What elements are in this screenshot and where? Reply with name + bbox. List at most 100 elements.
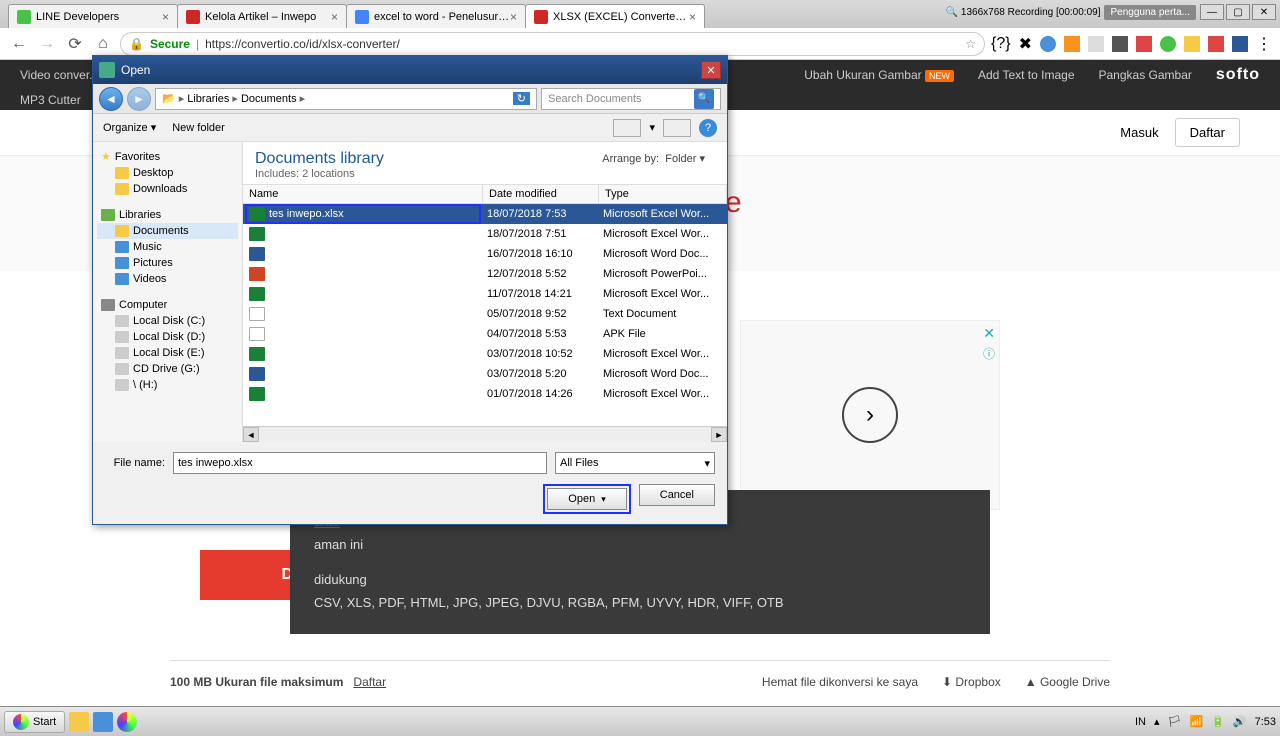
home-button[interactable]: ⌂ — [92, 33, 114, 55]
sidebar-computer[interactable]: Computer — [97, 297, 238, 313]
file-row[interactable]: 11/07/2018 14:21Microsoft Excel Wor... — [243, 284, 727, 304]
clock[interactable]: 7:53 — [1255, 716, 1276, 728]
breadcrumb[interactable]: 📂▸ Libraries▸ Documents▸ ↻ — [155, 88, 537, 110]
taskbar-icon[interactable] — [69, 712, 89, 732]
arrange-by[interactable]: Arrange by: Folder ▾ — [602, 152, 705, 165]
file-open-dialog: Open ✕ ◄ ► 📂▸ Libraries▸ Documents▸ ↻ Se… — [92, 55, 728, 525]
sidebar-libraries[interactable]: Libraries — [97, 207, 238, 223]
nav-forward-button[interactable]: ► — [127, 87, 151, 111]
filter-select[interactable]: All Files▾ — [555, 452, 715, 474]
taskbar-icon[interactable] — [93, 712, 113, 732]
nav-link[interactable]: Video conver... — [20, 68, 99, 82]
ext-icon[interactable]: ✖ — [1019, 34, 1032, 54]
close-icon[interactable]: × — [162, 10, 169, 24]
organize-button[interactable]: Organize ▾ — [103, 121, 156, 134]
dialog-close-button[interactable]: ✕ — [701, 61, 721, 79]
browser-tab[interactable]: Kelola Artikel – Inwepo× — [177, 4, 347, 28]
sidebar-cddrive[interactable]: CD Drive (G:) — [97, 361, 238, 377]
tray-icon[interactable]: 🔋 — [1211, 715, 1225, 728]
help-button[interactable]: ? — [699, 119, 717, 137]
ext-icon[interactable] — [1208, 36, 1224, 52]
ext-icon[interactable] — [1184, 36, 1200, 52]
ext-icon[interactable]: {?} — [991, 35, 1011, 53]
tray-icon[interactable]: ▴ — [1154, 715, 1160, 728]
cancel-button[interactable]: Cancel — [639, 484, 715, 506]
filename-input[interactable] — [173, 452, 547, 474]
taskbar-chrome-icon[interactable] — [117, 712, 137, 732]
formats-list: CSV, XLS, PDF, HTML, JPG, JPEG, DJVU, RG… — [314, 595, 966, 610]
forward-button[interactable]: → — [36, 33, 58, 55]
start-button[interactable]: Start — [4, 711, 65, 733]
signup-button[interactable]: Daftar — [1175, 118, 1240, 147]
footer-daftar-link[interactable]: Daftar — [353, 675, 386, 689]
sidebar-downloads[interactable]: Downloads — [97, 181, 238, 197]
ext-icon[interactable] — [1160, 36, 1176, 52]
search-input[interactable]: Search Documents 🔍 — [541, 88, 721, 110]
language-indicator[interactable]: IN — [1135, 716, 1146, 728]
file-row[interactable]: 03/07/2018 10:52Microsoft Excel Wor... — [243, 344, 727, 364]
reload-button[interactable]: ⟳ — [64, 33, 86, 55]
view-button[interactable] — [613, 119, 641, 137]
preview-button[interactable] — [663, 119, 691, 137]
tray-icon[interactable]: 📶 — [1189, 715, 1203, 728]
horizontal-scrollbar[interactable]: ◄► — [243, 426, 727, 442]
star-icon[interactable]: ☆ — [965, 37, 976, 51]
sidebar-documents[interactable]: Documents — [97, 223, 238, 239]
close-icon[interactable]: × — [331, 10, 338, 24]
file-row[interactable]: 04/07/2018 5:53APK File — [243, 324, 727, 344]
back-button[interactable]: ← — [8, 33, 30, 55]
file-row[interactable]: 03/07/2018 5:20Microsoft Word Doc... — [243, 364, 727, 384]
ext-icon[interactable] — [1112, 36, 1128, 52]
browser-tab[interactable]: LINE Developers× — [8, 4, 178, 28]
sidebar-locale[interactable]: Local Disk (E:) — [97, 345, 238, 361]
maximize-button[interactable]: ▢ — [1226, 4, 1250, 20]
tray-icon[interactable]: 🏳 — [1168, 715, 1182, 728]
ext-icon[interactable] — [1040, 36, 1056, 52]
nav-link[interactable]: Pangkas Gambar — [1099, 68, 1192, 82]
file-row[interactable]: 18/07/2018 7:51Microsoft Excel Wor... — [243, 224, 727, 244]
gdrive-link[interactable]: ▲ Google Drive — [1025, 675, 1110, 689]
ad-close-icon[interactable]: ✕ — [983, 325, 995, 342]
file-row[interactable]: tes inwepo.xlsx18/07/2018 7:53Microsoft … — [243, 204, 727, 224]
sidebar-favorites[interactable]: ★Favorites — [97, 148, 238, 165]
sidebar-localc[interactable]: Local Disk (C:) — [97, 313, 238, 329]
sidebar-pictures[interactable]: Pictures — [97, 255, 238, 271]
menu-icon[interactable]: ⋮ — [1256, 34, 1272, 54]
login-link[interactable]: Masuk — [1120, 125, 1158, 140]
close-icon[interactable]: × — [510, 10, 517, 24]
refresh-icon[interactable]: ↻ — [513, 92, 530, 105]
sidebar-hdrive[interactable]: \ (H:) — [97, 377, 238, 393]
ext-icon[interactable] — [1064, 36, 1080, 52]
file-row[interactable]: 05/07/2018 9:52Text Document — [243, 304, 727, 324]
ext-icon[interactable] — [1136, 36, 1152, 52]
url-input[interactable]: 🔒 Secure | https://convertio.co/id/xlsx-… — [120, 32, 985, 56]
ad-box[interactable]: › ✕ ⓘ — [740, 320, 1000, 510]
sidebar-desktop[interactable]: Desktop — [97, 165, 238, 181]
nav-link[interactable]: Add Text to Image — [978, 68, 1075, 82]
ext-icon[interactable] — [1088, 36, 1104, 52]
nav-link[interactable]: MP3 Cutter — [20, 93, 81, 107]
file-row[interactable]: 16/07/2018 16:10Microsoft Word Doc... — [243, 244, 727, 264]
file-list-headers[interactable]: Name Date modified Type — [243, 184, 727, 204]
ext-icon[interactable] — [1232, 36, 1248, 52]
file-row[interactable]: 12/07/2018 5:52Microsoft PowerPoi... — [243, 264, 727, 284]
tray-icon[interactable]: 🔊 — [1233, 715, 1247, 728]
dialog-titlebar[interactable]: Open ✕ — [93, 56, 727, 84]
nav-link[interactable]: Ubah Ukuran Gambar NEW — [804, 68, 954, 82]
minimize-button[interactable]: — — [1200, 4, 1224, 20]
file-list[interactable]: tes inwepo.xlsx18/07/2018 7:53Microsoft … — [243, 204, 727, 426]
ad-info-icon[interactable]: ⓘ — [983, 345, 995, 362]
newfolder-button[interactable]: New folder — [172, 122, 225, 134]
sidebar-music[interactable]: Music — [97, 239, 238, 255]
sidebar-videos[interactable]: Videos — [97, 271, 238, 287]
sidebar-locald[interactable]: Local Disk (D:) — [97, 329, 238, 345]
close-icon[interactable]: × — [689, 10, 696, 24]
open-button[interactable]: Open▾ — [547, 488, 626, 510]
browser-tab[interactable]: XLSX (EXCEL) Converter / ...× — [525, 4, 705, 28]
nav-back-button[interactable]: ◄ — [99, 87, 123, 111]
dropbox-link[interactable]: ⬇ Dropbox — [942, 675, 1001, 689]
file-row[interactable]: 01/07/2018 14:26Microsoft Excel Wor... — [243, 384, 727, 404]
close-button[interactable]: ✕ — [1252, 4, 1276, 20]
browser-tab[interactable]: excel to word - Penelusuran× — [346, 4, 526, 28]
search-icon[interactable]: 🔍 — [694, 89, 714, 109]
